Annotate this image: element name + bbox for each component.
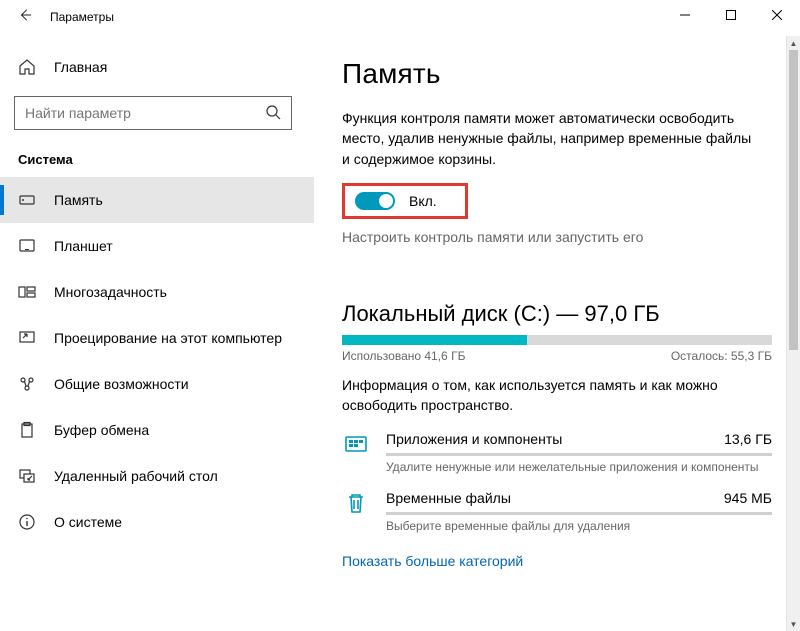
window-title: Параметры <box>50 10 114 24</box>
sidebar-nav: Память Планшет Многозадачность Проецировани… <box>0 177 314 545</box>
disk-free-label: Осталось: 55,3 ГБ <box>671 349 772 363</box>
category-name: Временные файлы <box>386 490 511 506</box>
sidebar-item-label: Буфер обмена <box>54 422 149 438</box>
multitask-icon <box>18 283 36 301</box>
project-icon <box>18 329 36 347</box>
sidebar: Главная Система Память Планшет Многозадачн… <box>0 36 314 631</box>
storage-category[interactable]: Приложения и компоненты 13,6 ГБ Удалите не… <box>342 431 772 474</box>
storage-sense-toggle[interactable] <box>355 192 395 210</box>
titlebar: Параметры <box>0 0 800 36</box>
back-button[interactable] <box>18 8 32 25</box>
apps-icon <box>342 433 370 455</box>
page-title: Память <box>342 58 782 90</box>
sidebar-item-project[interactable]: Проецирование на этот компьютер <box>0 315 314 361</box>
home-icon <box>18 58 36 76</box>
sidebar-item-label: Проецирование на этот компьютер <box>54 330 282 346</box>
storage-sense-description: Функция контроля памяти может автоматиче… <box>342 108 762 169</box>
home-nav[interactable]: Главная <box>0 48 314 86</box>
sidebar-item-label: О системе <box>54 514 122 530</box>
sidebar-item-about[interactable]: О системе <box>0 499 314 545</box>
vertical-scrollbar[interactable]: ▲ ▼ <box>786 36 800 631</box>
scroll-thumb[interactable] <box>789 50 798 350</box>
sidebar-item-shared[interactable]: Общие возможности <box>0 361 314 407</box>
category-hint: Выберите временные файлы для удаления <box>386 519 772 533</box>
scroll-down-arrow[interactable]: ▼ <box>787 617 800 631</box>
category-hint: Удалите ненужные или нежелательные прило… <box>386 460 772 474</box>
search-input[interactable] <box>14 96 292 130</box>
category-bar <box>386 512 772 515</box>
configure-storage-sense-link[interactable]: Настроить контроль памяти или запустить … <box>342 229 782 245</box>
sidebar-item-clipboard[interactable]: Буфер обмена <box>0 407 314 453</box>
disk-title: Локальный диск (C:) — 97,0 ГБ <box>342 301 782 327</box>
sidebar-item-label: Общие возможности <box>54 376 189 392</box>
category-bar <box>386 453 772 456</box>
maximize-button[interactable] <box>708 0 754 30</box>
disk-used-label: Использовано 41,6 ГБ <box>342 349 465 363</box>
storage-sense-toggle-row: Вкл. <box>342 183 468 219</box>
about-icon <box>18 513 36 531</box>
clipboard-icon <box>18 421 36 439</box>
disk-description: Информация о том, как используется памят… <box>342 375 762 416</box>
sidebar-item-label: Удаленный рабочий стол <box>54 468 218 484</box>
tablet-icon <box>18 237 36 255</box>
show-more-categories-link[interactable]: Показать больше категорий <box>342 553 523 569</box>
storage-category[interactable]: Временные файлы 945 МБ Выберите временные … <box>342 490 772 533</box>
sidebar-item-multitask[interactable]: Многозадачность <box>0 269 314 315</box>
trash-icon <box>342 492 370 514</box>
scroll-up-arrow[interactable]: ▲ <box>787 36 800 50</box>
category-size: 13,6 ГБ <box>724 431 772 447</box>
storage-icon <box>18 191 36 209</box>
sidebar-item-label: Память <box>54 192 103 208</box>
shared-icon <box>18 375 36 393</box>
sidebar-item-label: Планшет <box>54 238 113 254</box>
sidebar-item-storage[interactable]: Память <box>0 177 314 223</box>
home-label: Главная <box>54 59 107 75</box>
sidebar-item-label: Многозадачность <box>54 284 167 300</box>
category-name: Приложения и компоненты <box>386 431 562 447</box>
search-icon <box>265 104 281 123</box>
category-size: 945 МБ <box>724 490 772 506</box>
sidebar-section-title: Система <box>0 130 314 171</box>
search-field[interactable] <box>25 105 265 121</box>
disk-usage-fill <box>342 335 527 345</box>
minimize-button[interactable] <box>662 0 708 30</box>
remote-icon <box>18 467 36 485</box>
disk-meta: Использовано 41,6 ГБ Осталось: 55,3 ГБ <box>342 349 772 363</box>
sidebar-item-remote[interactable]: Удаленный рабочий стол <box>0 453 314 499</box>
main-content: Память Функция контроля памяти может авт… <box>314 36 800 631</box>
disk-usage-bar <box>342 335 772 345</box>
toggle-label: Вкл. <box>409 193 437 209</box>
close-button[interactable] <box>754 0 800 30</box>
sidebar-item-tablet[interactable]: Планшет <box>0 223 314 269</box>
